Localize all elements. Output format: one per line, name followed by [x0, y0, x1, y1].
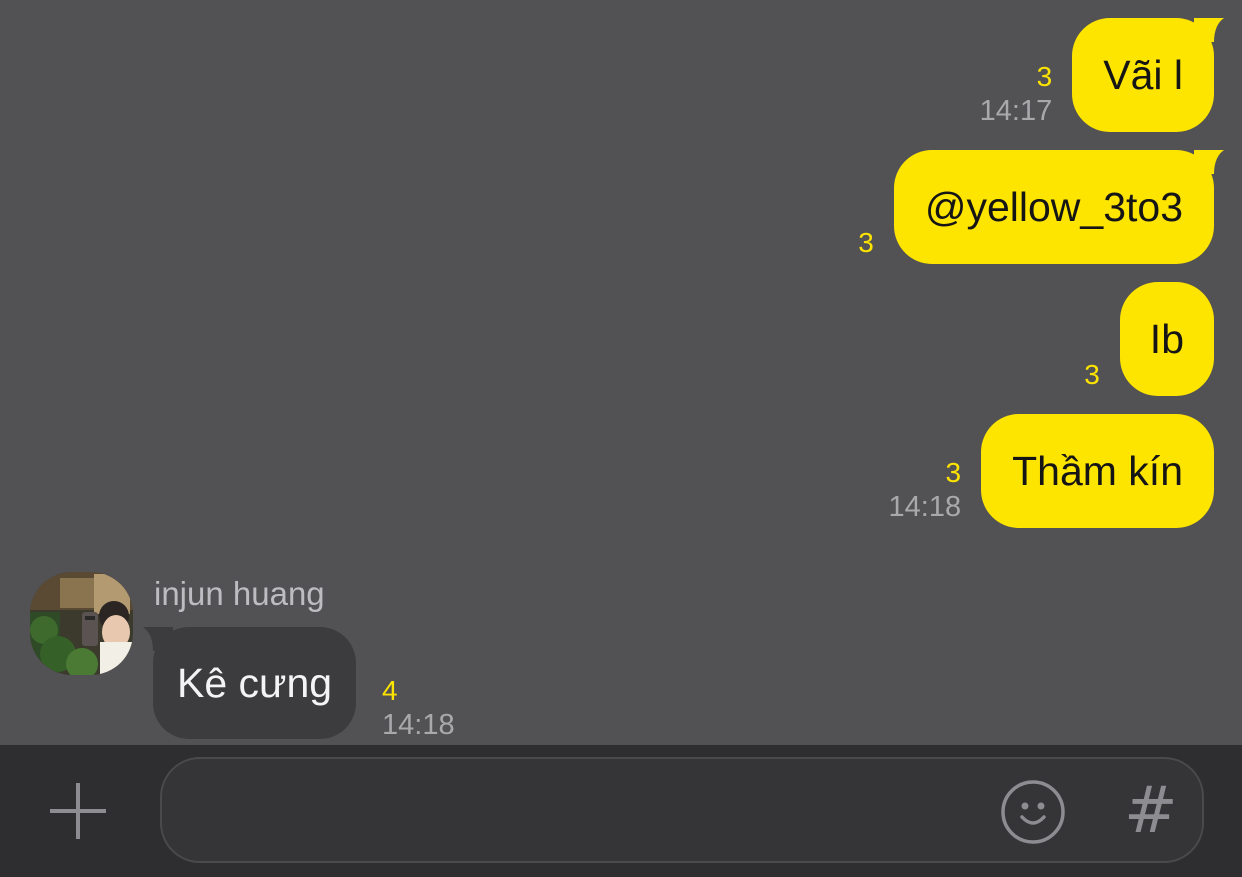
avatar[interactable]: [30, 572, 133, 675]
message-composer: #: [0, 745, 1242, 877]
message-time: 14:17: [979, 95, 1053, 127]
unread-count: 4: [382, 675, 398, 706]
outgoing-message: 3 14:17 Vãi l: [980, 18, 1224, 132]
bubble-tail-icon: [1194, 150, 1224, 174]
unread-count: 3: [945, 457, 962, 488]
emoji-button[interactable]: [1000, 779, 1066, 845]
message-text: Vãi l: [1103, 52, 1183, 98]
outgoing-message: 3 @yellow_3to3: [858, 150, 1224, 264]
outgoing-bubble[interactable]: @yellow_3to3: [893, 150, 1224, 264]
unread-count: 3: [858, 227, 874, 258]
message-time: 14:18: [888, 491, 962, 523]
message-input[interactable]: [192, 779, 996, 843]
bubble-tail-icon: [1194, 18, 1224, 42]
outgoing-message: 3 Ib: [1084, 282, 1214, 396]
chat-message-area[interactable]: 3 14:17 Vãi l 3 @yellow_3to3 3 Ib 3 14:1…: [0, 0, 1242, 745]
message-text: Thầm kín: [1012, 448, 1183, 494]
hashtag-button[interactable]: #: [1124, 779, 1178, 843]
bubble-tail-icon: [143, 627, 173, 651]
smiley-icon: [1001, 780, 1065, 844]
incoming-bubble[interactable]: Kê cưng: [143, 627, 357, 739]
outgoing-message: 3 14:18 Thầm kín: [889, 414, 1214, 528]
message-text: @yellow_3to3: [924, 184, 1183, 230]
message-text: Ib: [1149, 316, 1184, 362]
message-meta: 3 14:17: [980, 60, 1053, 128]
message-text: Kê cưng: [177, 660, 333, 706]
plus-icon: [50, 783, 106, 839]
sender-name: injun huang: [154, 575, 325, 612]
outgoing-bubble[interactable]: Vãi l: [1072, 18, 1224, 132]
message-meta: 3 14:18: [889, 456, 962, 524]
avatar-photo-icon: [30, 572, 133, 675]
unread-count: 3: [1036, 61, 1053, 92]
message-meta: 3: [858, 226, 874, 260]
message-input-container: #: [160, 757, 1204, 863]
outgoing-bubble[interactable]: Thầm kín: [981, 414, 1214, 528]
message-meta: 4 14:18: [382, 674, 455, 742]
attach-button[interactable]: [48, 781, 108, 841]
message-meta: 3: [1084, 358, 1100, 392]
message-time: 14:18: [382, 709, 455, 741]
unread-count: 3: [1084, 359, 1100, 390]
outgoing-bubble[interactable]: Ib: [1119, 282, 1214, 396]
